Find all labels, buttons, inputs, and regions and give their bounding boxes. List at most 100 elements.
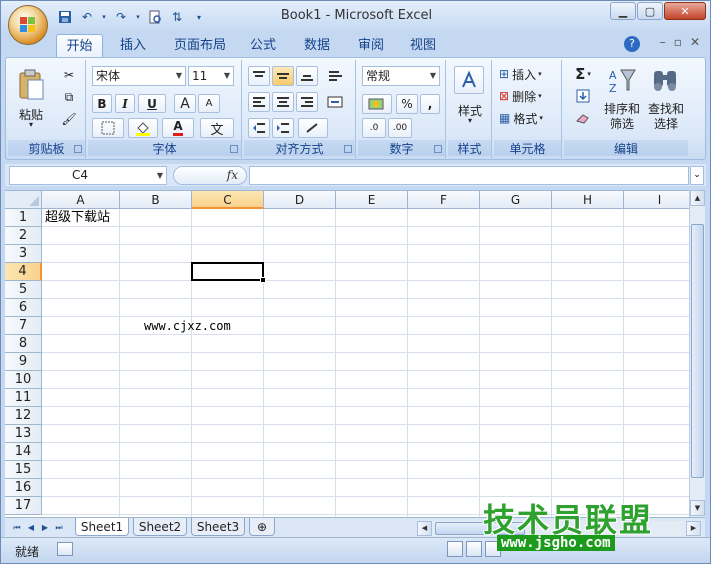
row-header-13[interactable]: 13 xyxy=(5,425,42,443)
tab-insert[interactable]: 插入 xyxy=(111,34,155,57)
decrease-indent-icon[interactable] xyxy=(248,118,270,138)
row-header-16[interactable]: 16 xyxy=(5,479,42,497)
align-middle-icon[interactable] xyxy=(272,66,294,86)
font-launcher-icon[interactable] xyxy=(230,145,238,153)
row-header-11[interactable]: 11 xyxy=(5,389,42,407)
row-header-12[interactable]: 12 xyxy=(5,407,42,425)
fill-icon[interactable] xyxy=(568,86,598,106)
font-color-button[interactable]: A xyxy=(162,118,194,138)
tab-data[interactable]: 数据 xyxy=(295,34,339,57)
row-header-6[interactable]: 6 xyxy=(5,299,42,317)
merge-center-icon[interactable] xyxy=(322,92,350,112)
tab-view[interactable]: 视图 xyxy=(401,34,445,57)
sheet-tab-1[interactable]: Sheet1 xyxy=(75,518,129,536)
align-top-icon[interactable] xyxy=(248,66,270,86)
scroll-right-icon[interactable]: ▶ xyxy=(686,521,701,536)
column-header-d[interactable]: D xyxy=(264,191,336,209)
bold-button[interactable]: B xyxy=(92,94,112,113)
sort-filter-button[interactable]: 排序和 筛选 xyxy=(600,102,644,132)
autosum-button[interactable]: Σ ▾ xyxy=(568,64,598,84)
scroll-up-icon[interactable]: ▲ xyxy=(690,190,705,206)
tab-home[interactable]: 开始 xyxy=(56,34,103,57)
percent-button[interactable]: % xyxy=(396,94,418,114)
column-header-g[interactable]: G xyxy=(480,191,552,209)
cell-a1[interactable]: 超级下载站 xyxy=(45,209,110,227)
column-header-h[interactable]: H xyxy=(552,191,624,209)
last-sheet-icon[interactable]: ⏭ xyxy=(53,521,65,535)
shrink-font-button[interactable]: A xyxy=(198,94,220,113)
align-left-icon[interactable] xyxy=(248,92,270,112)
column-header-c[interactable]: C xyxy=(192,191,264,209)
font-size-select[interactable]: 11 ▼ xyxy=(188,66,234,86)
row-header-2[interactable]: 2 xyxy=(5,227,42,245)
horizontal-scroll-thumb[interactable] xyxy=(435,522,525,535)
paste-dropdown-icon[interactable]: ▾ xyxy=(14,120,48,129)
expand-formula-bar-icon[interactable]: ⌄ xyxy=(690,166,704,185)
row-header-1[interactable]: 1 xyxy=(5,209,42,227)
row-header-14[interactable]: 14 xyxy=(5,443,42,461)
column-header-b[interactable]: B xyxy=(120,191,192,209)
font-name-select[interactable]: 宋体 ▼ xyxy=(92,66,186,86)
format-painter-icon[interactable]: 🖌 xyxy=(60,110,78,128)
vertical-scroll-thumb[interactable] xyxy=(691,224,704,478)
row-header-10[interactable]: 10 xyxy=(5,371,42,389)
row-header-15[interactable]: 15 xyxy=(5,461,42,479)
italic-button[interactable]: I xyxy=(115,94,135,113)
tab-review[interactable]: 审阅 xyxy=(349,34,393,57)
comma-button[interactable]: , xyxy=(420,94,440,114)
next-sheet-icon[interactable]: ▶ xyxy=(39,521,51,535)
borders-icon[interactable] xyxy=(92,118,124,138)
find-select-icon[interactable] xyxy=(646,64,684,98)
increase-indent-icon[interactable] xyxy=(272,118,294,138)
tab-page-layout[interactable]: 页面布局 xyxy=(167,34,233,57)
column-header-i[interactable]: I xyxy=(624,191,689,209)
clear-icon[interactable] xyxy=(568,108,598,128)
paste-icon[interactable] xyxy=(14,64,48,104)
alignment-launcher-icon[interactable] xyxy=(344,145,352,153)
decrease-decimal-button[interactable]: .00 xyxy=(388,118,412,138)
active-cell[interactable] xyxy=(191,262,266,283)
copy-icon[interactable]: ⧉ xyxy=(60,88,78,106)
sheet-tab-2[interactable]: Sheet2 xyxy=(133,518,187,536)
prev-sheet-icon[interactable]: ◀ xyxy=(25,521,37,535)
name-box[interactable]: C4 ▼ xyxy=(9,166,167,185)
orientation-icon[interactable] xyxy=(298,118,328,138)
row-header-7[interactable]: 7 xyxy=(5,317,42,335)
number-launcher-icon[interactable] xyxy=(434,145,442,153)
minimize-icon[interactable]: ▁ xyxy=(610,2,636,20)
workbook-restore-icon[interactable]: ▫ xyxy=(674,35,682,49)
select-all-corner[interactable] xyxy=(5,191,42,209)
insert-cells-button[interactable]: ⊞ 插入 ▾ xyxy=(498,64,558,84)
row-header-8[interactable]: 8 xyxy=(5,335,42,353)
help-icon[interactable]: ? xyxy=(624,36,640,52)
delete-cells-button[interactable]: ⊠ 删除 ▾ xyxy=(498,86,558,106)
tab-formulas[interactable]: 公式 xyxy=(243,34,283,57)
currency-icon[interactable] xyxy=(362,94,392,114)
increase-decimal-button[interactable]: .0 xyxy=(362,118,386,138)
close-icon[interactable]: ✕ xyxy=(664,2,706,20)
format-cells-button[interactable]: ▦ 格式 ▾ xyxy=(498,108,558,128)
number-format-select[interactable]: 常规 ▼ xyxy=(362,66,440,86)
horizontal-scrollbar[interactable]: ◀ ▶ xyxy=(417,521,702,536)
insert-function-button[interactable]: fx xyxy=(173,166,247,185)
workbook-close-icon[interactable]: ✕ xyxy=(690,35,700,49)
normal-view-icon[interactable] xyxy=(447,541,463,557)
cut-icon[interactable]: ✂ xyxy=(60,66,78,84)
row-header-4[interactable]: 4 xyxy=(5,263,42,281)
cell-b7[interactable]: www.cjxz.com xyxy=(144,317,231,335)
first-sheet-icon[interactable]: ⏮ xyxy=(11,521,23,535)
workbook-minimize-icon[interactable]: – xyxy=(660,35,666,49)
sort-filter-icon[interactable]: AZ xyxy=(602,64,642,98)
worksheet-grid[interactable]: A B C D E F G H I 1 2 3 4 5 6 7 8 9 10 11 12 13 14 15 16 17 超级下载站 w… xyxy=(5,190,689,517)
column-header-a[interactable]: A xyxy=(42,191,120,209)
page-break-view-icon[interactable] xyxy=(485,541,501,557)
scroll-down-icon[interactable]: ▼ xyxy=(690,500,705,516)
align-bottom-icon[interactable] xyxy=(296,66,318,86)
column-header-e[interactable]: E xyxy=(336,191,408,209)
underline-button[interactable]: U xyxy=(138,94,166,113)
row-header-5[interactable]: 5 xyxy=(5,281,42,299)
row-header-3[interactable]: 3 xyxy=(5,245,42,263)
styles-icon[interactable] xyxy=(454,66,484,94)
clipboard-launcher-icon[interactable] xyxy=(74,145,82,153)
page-layout-view-icon[interactable] xyxy=(466,541,482,557)
